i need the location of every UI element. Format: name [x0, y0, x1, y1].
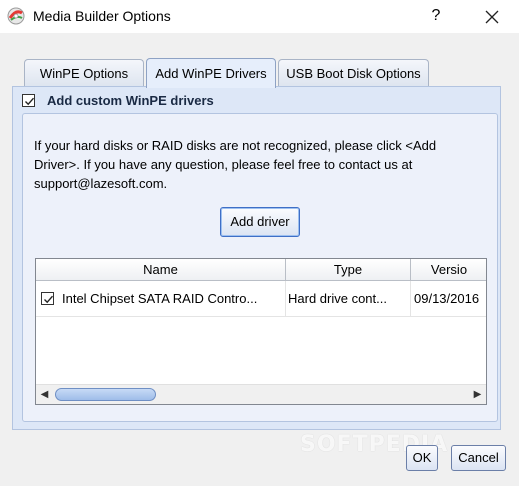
- table-row[interactable]: Intel Chipset SATA RAID Contro... Hard d…: [36, 281, 486, 317]
- row-checkbox[interactable]: [41, 292, 54, 305]
- column-header-type[interactable]: Type: [286, 259, 411, 281]
- driver-version-cell: 09/13/2016: [414, 291, 480, 306]
- driver-name-cell: Intel Chipset SATA RAID Contro...: [62, 281, 286, 316]
- close-icon[interactable]: [480, 6, 504, 28]
- drivers-list[interactable]: Name Type Versio Intel Chipset SATA RAID…: [35, 258, 487, 405]
- tab-label: WinPE Options: [39, 66, 129, 81]
- checkmark-icon: [25, 97, 35, 106]
- scroll-left-icon[interactable]: ◀: [36, 385, 53, 404]
- tab-winpe-options[interactable]: WinPE Options: [24, 59, 144, 87]
- tab-label: USB Boot Disk Options: [286, 66, 421, 81]
- app-icon: [7, 7, 25, 25]
- checkmark-icon: [44, 295, 54, 304]
- horizontal-scrollbar[interactable]: ◀ ▶: [36, 384, 486, 404]
- scroll-right-icon[interactable]: ▶: [469, 385, 486, 404]
- add-custom-drivers-label: Add custom WinPE drivers: [47, 93, 214, 108]
- tab-add-winpe-drivers[interactable]: Add WinPE Drivers: [146, 58, 276, 88]
- add-driver-button[interactable]: Add driver: [220, 207, 300, 237]
- help-button[interactable]: ?: [424, 4, 448, 28]
- add-custom-drivers-checkbox[interactable]: [22, 94, 35, 107]
- scroll-thumb[interactable]: [55, 388, 156, 401]
- ok-button[interactable]: OK: [406, 445, 438, 471]
- tab-usb-boot-disk-options[interactable]: USB Boot Disk Options: [278, 59, 429, 87]
- title-bar: Media Builder Options ?: [0, 0, 519, 33]
- window-title: Media Builder Options: [33, 8, 171, 24]
- column-header-version[interactable]: Versio: [411, 259, 486, 281]
- tab-label: Add WinPE Drivers: [155, 66, 267, 81]
- cancel-button[interactable]: Cancel: [451, 445, 506, 471]
- column-header-name[interactable]: Name: [36, 259, 286, 281]
- driver-type-cell: Hard drive cont...: [288, 281, 411, 316]
- instructions-text: If your hard disks or RAID disks are not…: [34, 138, 437, 191]
